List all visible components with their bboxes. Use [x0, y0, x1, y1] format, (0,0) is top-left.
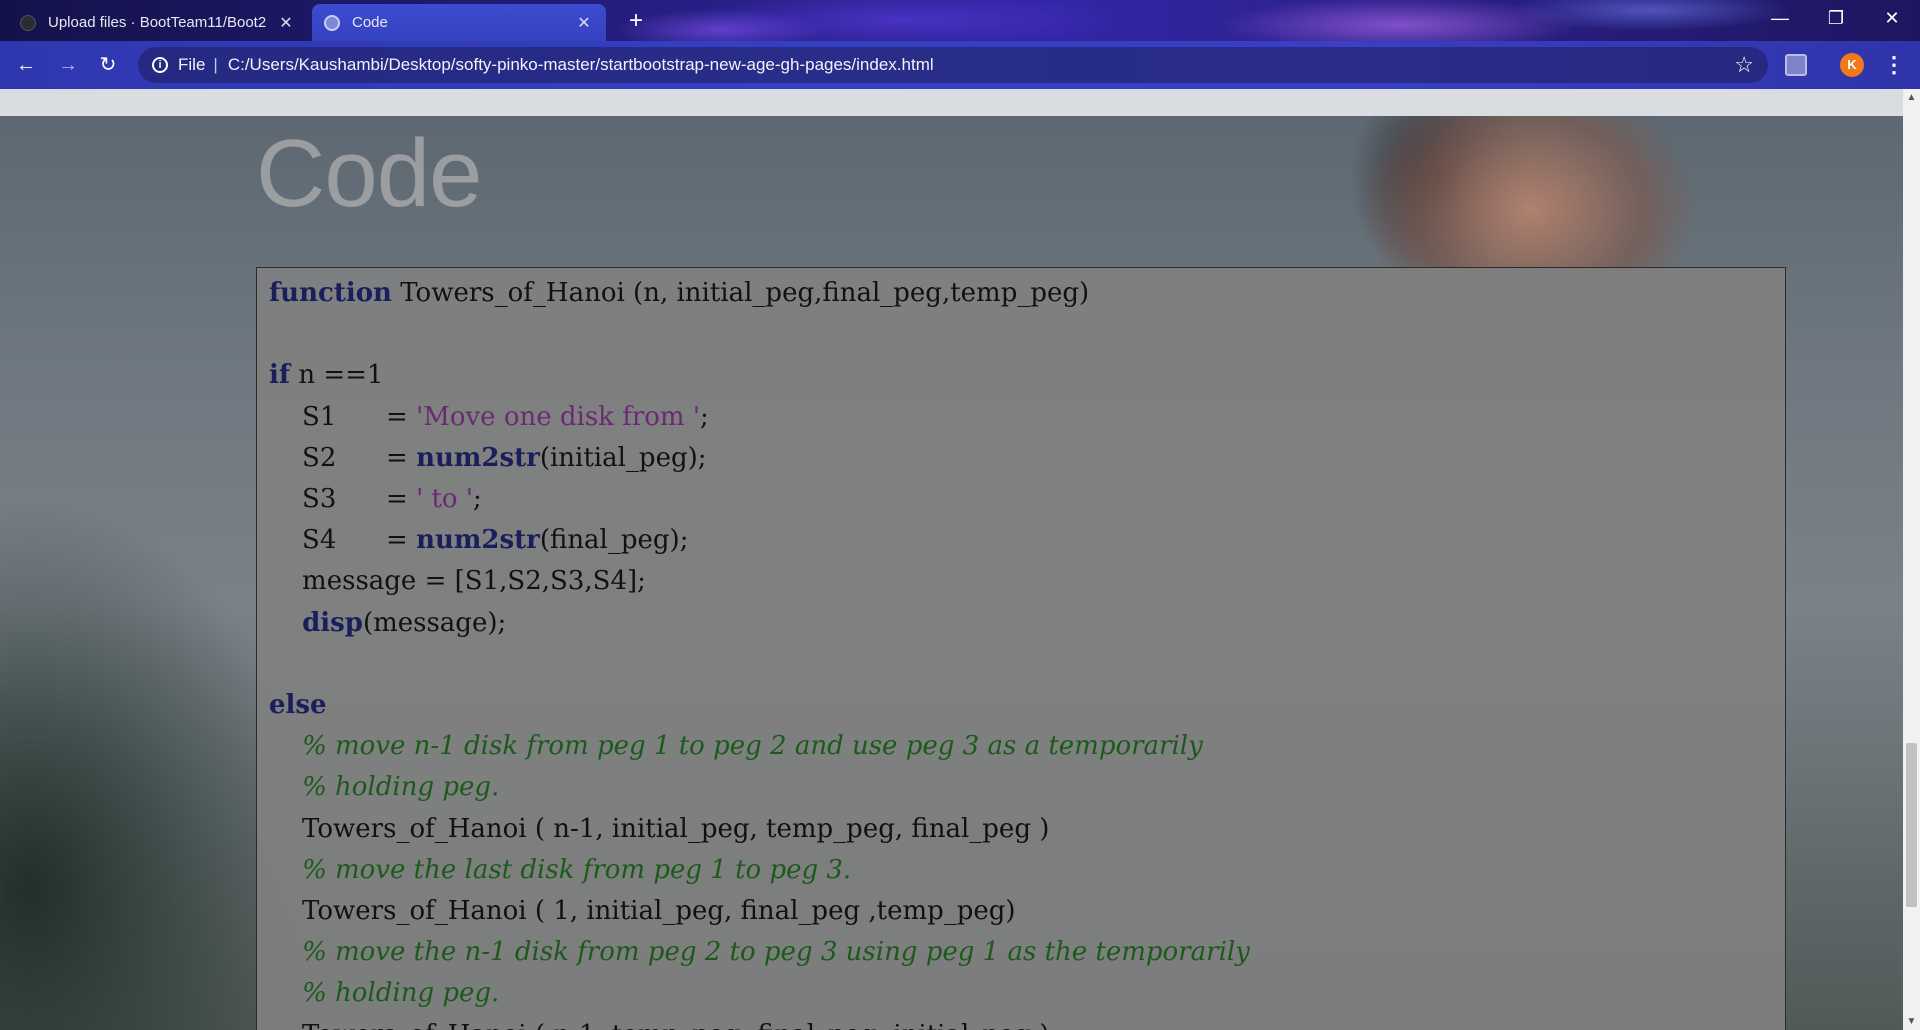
code-string: 'Move one disk from ' [416, 401, 700, 432]
vertical-scrollbar[interactable]: ▲ ▼ [1903, 89, 1920, 1030]
tab-code[interactable]: Code ✕ [312, 4, 606, 41]
code-text: S1 = [269, 401, 417, 432]
code-text: (initial_peg); [539, 442, 707, 473]
scroll-up-arrow-icon[interactable]: ▲ [1903, 89, 1920, 106]
code-comment: % move n-1 disk from peg 1 to peg 2 and … [302, 731, 1203, 762]
code-comment: % holding peg. [302, 978, 500, 1009]
forward-icon[interactable]: → [52, 49, 84, 81]
code-text: Towers_of_Hanoi ( 1, initial_peg, final_… [269, 896, 1016, 926]
tab-title: Code [352, 14, 388, 31]
code-line: % move the n-1 disk from peg 2 to peg 3 … [269, 937, 1250, 967]
close-tab-icon[interactable]: ✕ [276, 13, 296, 33]
code-text: Towers_of_Hanoi ( n-1, initial_peg, temp… [269, 813, 1050, 844]
code-text: ; [699, 401, 709, 432]
code-line: if n ==1 [269, 360, 383, 390]
code-text: ; [473, 484, 482, 514]
profile-avatar[interactable]: K [1840, 53, 1864, 77]
section-heading: Code [256, 120, 482, 227]
info-icon[interactable]: i [152, 57, 168, 73]
close-tab-icon[interactable]: ✕ [574, 13, 594, 33]
tab-upload-files[interactable]: Upload files · BootTeam11/Boot2 ✕ [8, 4, 308, 41]
page-viewport: Code function Towers_of_Hanoi (n, initia… [0, 89, 1903, 1030]
code-string: ' to ' [416, 484, 473, 514]
code-text: S2 = [269, 442, 417, 473]
code-comment: % holding peg. [302, 772, 500, 803]
code-line: else [269, 690, 327, 720]
code-keyword: function [269, 278, 392, 308]
code-text: S4 = [269, 525, 417, 556]
code-line: Towers_of_Hanoi ( 1, initial_peg, final_… [269, 896, 1016, 926]
github-icon [20, 14, 36, 31]
code-text: Towers_of_Hanoi (n, initial_peg,final_pe… [391, 278, 1090, 308]
browser-menu-icon[interactable]: ⋮ [1882, 49, 1906, 81]
url-text[interactable]: C:/Users/Kaushambi/Desktop/softy-pinko-m… [228, 55, 1734, 75]
code-keyword: num2str [416, 525, 540, 556]
code-line: % move n-1 disk from peg 1 to peg 2 and … [269, 731, 1203, 761]
tab-strip: Upload files · BootTeam11/Boot2 ✕ Code ✕… [0, 0, 1920, 41]
code-line: disp(message); [269, 608, 506, 638]
address-bar[interactable]: i File | C:/Users/Kaushambi/Desktop/soft… [138, 47, 1768, 83]
code-line: function Towers_of_Hanoi (n, initial_peg… [269, 278, 1089, 308]
bookmark-star-icon[interactable]: ☆ [1734, 52, 1754, 78]
restore-button[interactable]: ❐ [1808, 0, 1864, 36]
code-line: message = [S1,S2,S3,S4]; [269, 566, 646, 596]
code-text: S3 = [269, 484, 417, 514]
close-window-button[interactable]: ✕ [1864, 0, 1920, 36]
minimize-button[interactable]: — [1752, 0, 1808, 36]
code-line: Towers_of_Hanoi ( n-1, temp_peg, final_p… [269, 1020, 1049, 1030]
scroll-down-arrow-icon[interactable]: ▼ [1903, 1013, 1920, 1030]
back-icon[interactable]: ← [10, 49, 42, 81]
code-text: (final_peg); [539, 525, 689, 556]
file-scheme-label: File [178, 55, 206, 74]
code-line: S4 = num2str(final_peg); [269, 525, 688, 555]
code-keyword: num2str [416, 442, 540, 473]
code-text: (message); [362, 607, 507, 638]
code-text: Towers_of_Hanoi ( n-1, temp_peg, final_p… [269, 1020, 1049, 1030]
code-keyword: else [269, 690, 327, 720]
code-keyword: disp [302, 607, 363, 638]
reload-icon[interactable]: ↻ [92, 49, 124, 81]
scrollbar-thumb[interactable] [1906, 743, 1917, 907]
code-text: n ==1 [290, 360, 384, 391]
code-keyword: if [269, 360, 291, 391]
code-line: S1 = 'Move one disk from '; [269, 402, 709, 432]
globe-icon [324, 14, 340, 31]
code-text: message = [S1,S2,S3,S4]; [269, 566, 646, 597]
code-line: Towers_of_Hanoi ( n-1, initial_peg, temp… [269, 814, 1049, 844]
code-line: % holding peg. [269, 772, 499, 802]
code-line: % move the last disk from peg 1 to peg 3… [269, 855, 851, 885]
extension-icon[interactable] [1785, 54, 1807, 76]
code-line: S2 = num2str(initial_peg); [269, 442, 707, 473]
code-comment: % move the last disk from peg 1 to peg 3… [302, 854, 852, 885]
address-separator: | [213, 55, 218, 74]
code-line: % holding peg. [269, 978, 499, 1008]
code-comment: % move the n-1 disk from peg 2 to peg 3 … [302, 937, 1250, 968]
code-block: function Towers_of_Hanoi (n, initial_peg… [256, 267, 1786, 1030]
code-line: S3 = ' to '; [269, 484, 482, 514]
new-tab-button[interactable]: + [622, 8, 650, 36]
tab-title: Upload files · BootTeam11/Boot2 [48, 14, 267, 31]
browser-toolbar: ← → ↻ i File | C:/Users/Kaushambi/Deskto… [0, 41, 1920, 89]
navbar-strip [0, 89, 1903, 116]
